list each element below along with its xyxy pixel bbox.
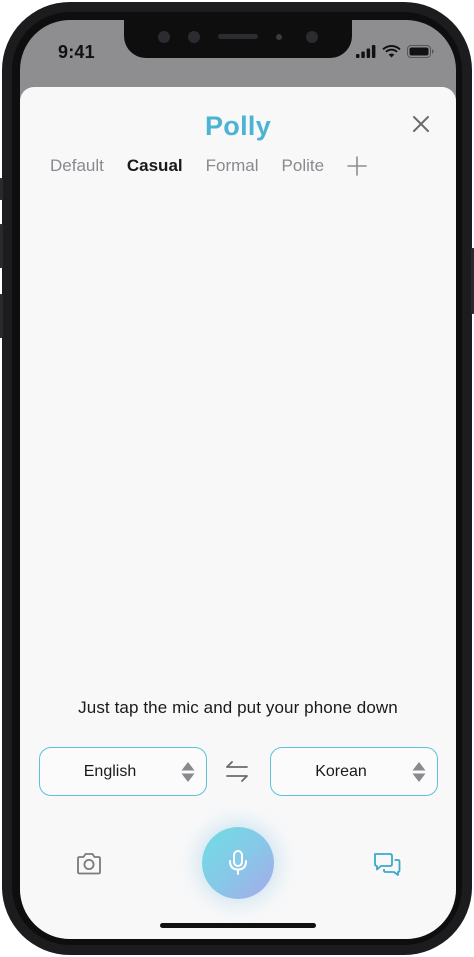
chat-bubbles-icon (374, 853, 401, 876)
volume-up-button (0, 224, 3, 268)
add-tab-button[interactable] (347, 156, 367, 176)
hint-text: Just tap the mic and put your phone down (78, 698, 398, 717)
close-icon (413, 116, 429, 132)
battery-icon (407, 44, 434, 58)
translation-sheet: Polly Default Casual Formal Polite Just … (20, 87, 456, 939)
notch-dot (276, 34, 282, 40)
screen: 9:41 Polly Default Casual Formal Polite … (20, 20, 456, 939)
status-icons (356, 44, 434, 58)
target-language-select[interactable]: Korean (270, 747, 438, 796)
microphone-button[interactable] (202, 827, 274, 899)
wifi-icon (382, 45, 401, 58)
target-language-label: Korean (315, 763, 367, 780)
home-indicator[interactable] (160, 923, 316, 928)
microphone-icon (229, 850, 247, 875)
swap-arrows-icon (226, 761, 248, 782)
notch-sensor (188, 31, 200, 43)
phone-frame: 9:41 Polly Default Casual Formal Polite … (0, 2, 474, 955)
tab-formal[interactable]: Formal (206, 156, 259, 176)
language-row: English Korean (39, 747, 439, 797)
source-language-select[interactable]: English (39, 747, 207, 796)
conversation-button[interactable] (372, 849, 402, 879)
notch (124, 20, 352, 58)
select-arrows-icon (412, 762, 426, 782)
source-language-label: English (83, 763, 137, 780)
app-title: Polly (204, 111, 272, 141)
swap-languages-button[interactable] (224, 759, 250, 785)
close-button[interactable] (412, 115, 430, 133)
camera-icon (77, 853, 101, 875)
notch-speaker (218, 34, 258, 39)
camera-button[interactable] (74, 849, 104, 879)
notch-sensor (158, 31, 170, 43)
tab-polite[interactable]: Polite (282, 156, 325, 176)
volume-down-button (0, 294, 3, 338)
tone-tabs: Default Casual Formal Polite (50, 153, 367, 179)
cellular-signal-icon (356, 44, 376, 58)
plus-icon (347, 156, 367, 176)
front-camera (306, 31, 318, 43)
tab-casual[interactable]: Casual (127, 156, 183, 176)
select-arrows-icon (181, 762, 195, 782)
mute-switch (0, 178, 3, 200)
tab-default[interactable]: Default (50, 156, 104, 176)
status-time: 9:41 (58, 42, 95, 62)
